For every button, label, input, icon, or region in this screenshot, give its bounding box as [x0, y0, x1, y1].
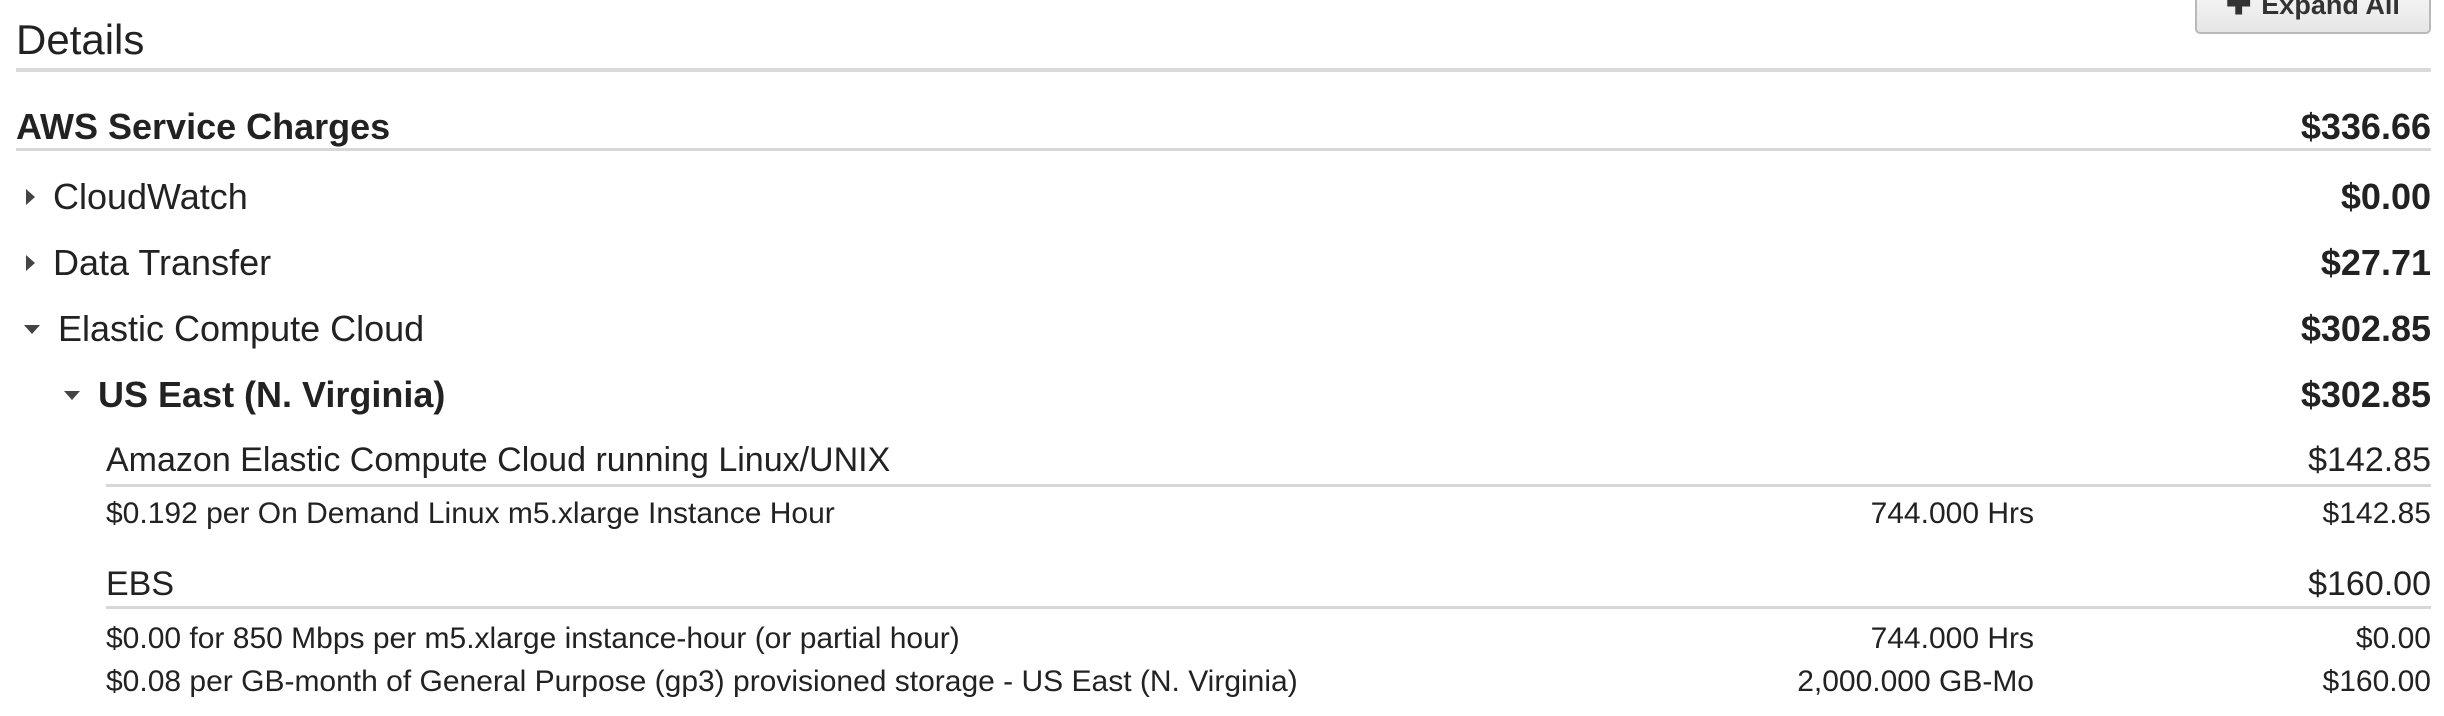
- usage-group-amount: $142.85: [2308, 441, 2431, 479]
- usage-group-name: EBS: [106, 565, 175, 603]
- caret-right-icon[interactable]: [26, 189, 35, 205]
- divider: [16, 68, 2431, 72]
- usage-group-name: Amazon Elastic Compute Cloud running Lin…: [106, 441, 891, 479]
- service-row-data-transfer[interactable]: Data Transfer $27.71: [0, 242, 2444, 286]
- service-charges-amount: $336.66: [2300, 106, 2431, 147]
- line-item-amount: $142.85: [2322, 497, 2431, 530]
- line-item-usage: 2,000.000 GB-Mo: [1797, 665, 2034, 698]
- service-amount: $302.85: [2300, 308, 2431, 349]
- line-item-amount: $0.00: [2355, 622, 2431, 655]
- service-name[interactable]: CloudWatch: [53, 176, 248, 218]
- line-item-row: $0.192 per On Demand Linux m5.xlarge Ins…: [0, 497, 2444, 533]
- region-row-us-east[interactable]: US East (N. Virginia) $302.85: [0, 374, 2444, 418]
- caret-down-icon[interactable]: [64, 390, 80, 400]
- line-item-description: $0.08 per GB-month of General Purpose (g…: [106, 665, 1298, 698]
- line-item-row: $0.08 per GB-month of General Purpose (g…: [0, 665, 2444, 701]
- service-amount: $27.71: [2320, 242, 2431, 283]
- service-row-cloudwatch[interactable]: CloudWatch $0.00: [0, 176, 2444, 220]
- expand-all-label: Expand All: [2261, 0, 2400, 20]
- page-title: Details: [16, 16, 145, 63]
- line-item-description: $0.192 per On Demand Linux m5.xlarge Ins…: [106, 497, 835, 530]
- caret-right-icon[interactable]: [26, 255, 35, 271]
- divider: [106, 484, 2431, 487]
- divider: [16, 148, 2431, 151]
- line-item-description: $0.00 for 850 Mbps per m5.xlarge instanc…: [106, 622, 960, 655]
- line-item-amount: $160.00: [2322, 665, 2431, 698]
- usage-group-amount: $160.00: [2308, 565, 2431, 603]
- usage-group-row: EBS $160.00: [0, 565, 2444, 607]
- plus-icon: ✚: [2226, 0, 2252, 21]
- line-item-usage: 744.000 Hrs: [1870, 497, 2034, 530]
- usage-group-row: Amazon Elastic Compute Cloud running Lin…: [0, 441, 2444, 483]
- service-charges-row: AWS Service Charges $336.66: [0, 106, 2444, 150]
- caret-down-icon[interactable]: [24, 324, 40, 334]
- divider: [106, 606, 2431, 609]
- line-item-row: $0.00 for 850 Mbps per m5.xlarge instanc…: [0, 622, 2444, 658]
- service-charges-label: AWS Service Charges: [16, 106, 391, 147]
- service-row-ec2[interactable]: Elastic Compute Cloud $302.85: [0, 308, 2444, 352]
- expand-all-button[interactable]: ✚ Expand All: [2195, 0, 2431, 34]
- region-amount: $302.85: [2300, 374, 2431, 415]
- service-name[interactable]: Elastic Compute Cloud: [58, 308, 424, 350]
- region-name[interactable]: US East (N. Virginia): [98, 374, 445, 416]
- service-amount: $0.00: [2340, 176, 2431, 217]
- service-name[interactable]: Data Transfer: [53, 242, 271, 284]
- line-item-usage: 744.000 Hrs: [1870, 622, 2034, 655]
